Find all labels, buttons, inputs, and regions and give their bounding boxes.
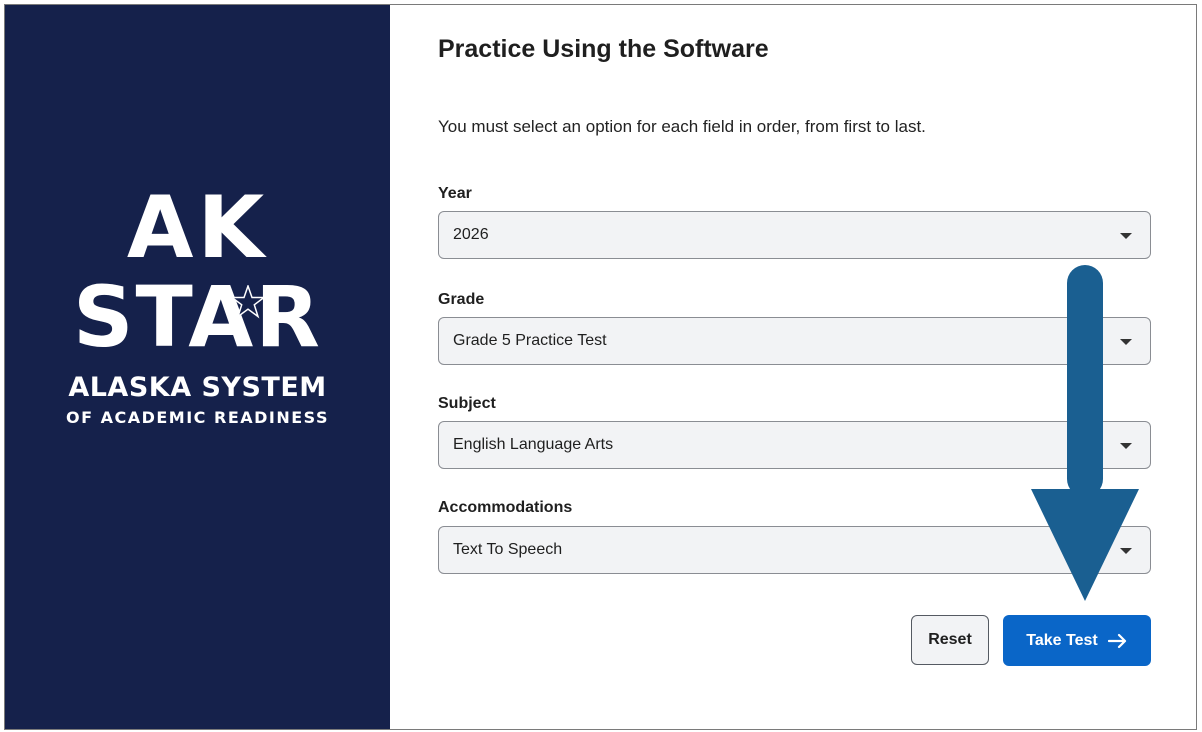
logo-ak-text: AK <box>126 178 269 278</box>
arrow-right-icon <box>1107 633 1126 648</box>
logo-readiness-text: OF ACADEMIC READINESS <box>65 408 330 427</box>
take-test-button[interactable]: Take Test <box>1003 615 1151 666</box>
app-window: AK STAR ALASKA SYSTEM OF ACADEMIC READIN… <box>4 4 1197 730</box>
instructions-text: You must select an option for each field… <box>438 117 926 136</box>
year-label: Year <box>438 185 472 202</box>
subject-select[interactable]: English Language Arts <box>438 421 1151 469</box>
accommodations-select-value: Text To Speech <box>453 541 563 558</box>
page-title: Practice Using the Software <box>438 35 769 63</box>
logo-system-text: ALASKA SYSTEM <box>68 372 327 403</box>
chevron-down-icon <box>1120 548 1132 554</box>
year-select[interactable]: 2026 <box>438 211 1151 259</box>
grade-select-value: Grade 5 Practice Test <box>453 332 607 349</box>
reset-button[interactable]: Reset <box>911 615 989 665</box>
star-icon <box>231 285 265 319</box>
accommodations-label: Accommodations <box>438 499 573 516</box>
subject-label: Subject <box>438 395 496 412</box>
chevron-down-icon <box>1120 443 1132 449</box>
brand-panel: AK STAR ALASKA SYSTEM OF ACADEMIC READIN… <box>5 5 390 729</box>
chevron-down-icon <box>1120 233 1132 239</box>
grade-select[interactable]: Grade 5 Practice Test <box>438 317 1151 365</box>
logo-star-text: STAR <box>73 268 322 366</box>
year-select-value: 2026 <box>453 226 489 243</box>
accommodations-select[interactable]: Text To Speech <box>438 526 1151 574</box>
chevron-down-icon <box>1120 339 1132 345</box>
subject-select-value: English Language Arts <box>453 436 614 453</box>
grade-label: Grade <box>438 291 485 308</box>
take-test-label: Take Test <box>1026 631 1098 649</box>
